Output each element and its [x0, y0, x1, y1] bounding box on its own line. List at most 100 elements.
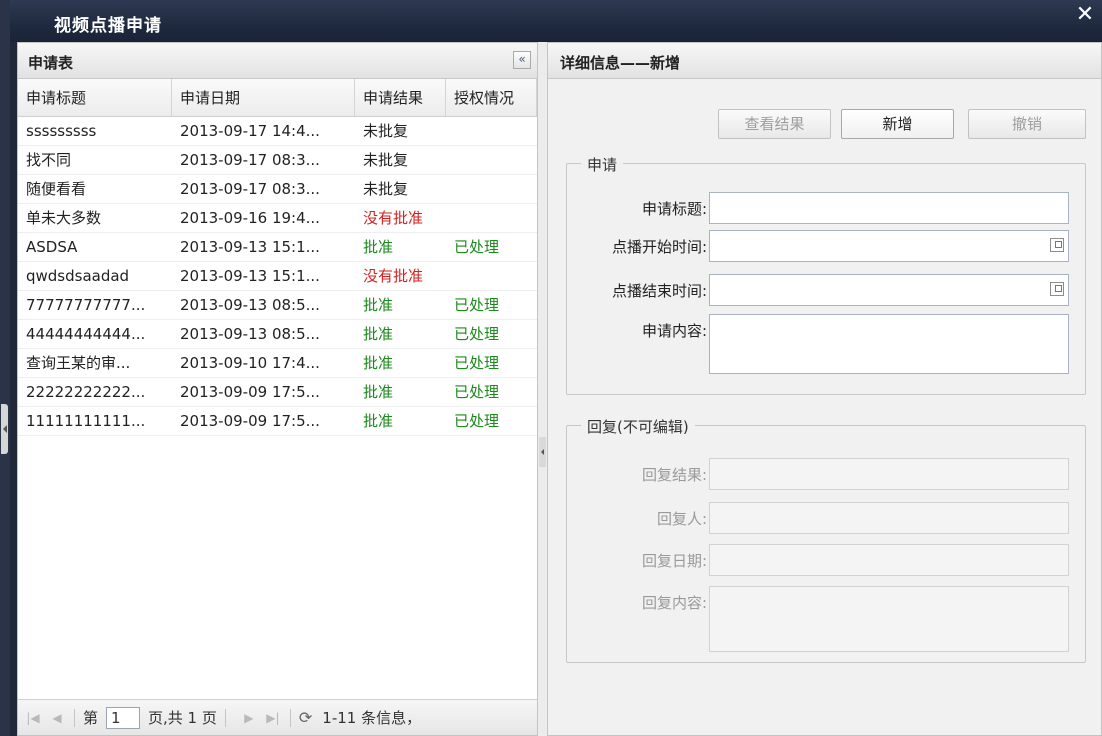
- apply-content-label: 申请内容:: [641, 322, 707, 340]
- cell-date: 2013-09-09 17:5...: [180, 383, 320, 401]
- cell-auth: 已处理: [454, 412, 500, 430]
- table-row[interactable]: 查询王某的审... 2013-09-10 17:4... 批准 已处理: [18, 349, 537, 378]
- apply-fieldset: 申请 申请标题: 点播开始时间: 点播结束时间: 申请内容:: [566, 154, 1086, 395]
- first-page-icon[interactable]: |◀: [24, 711, 42, 725]
- cell-auth: 已处理: [454, 296, 500, 314]
- view-result-button[interactable]: 查看结果: [718, 109, 831, 139]
- left-expand-handle[interactable]: [1, 404, 8, 454]
- add-button[interactable]: 新增: [841, 109, 954, 139]
- cell-date: 2013-09-16 19:4...: [180, 209, 320, 227]
- cell-date: 2013-09-17 14:4...: [180, 122, 320, 140]
- application-list-panel: 申请表 « 申请标题 申请日期 申请结果 授权情况 sssssssss 2013-…: [17, 42, 538, 736]
- cell-auth: 已处理: [454, 325, 500, 343]
- table-row[interactable]: 随便看看 2013-09-17 08:3... 未批复: [18, 175, 537, 204]
- collapse-icon[interactable]: «: [513, 51, 531, 69]
- cell-result: 没有批准: [363, 209, 424, 227]
- apply-content-textarea[interactable]: [709, 314, 1069, 374]
- dialog-window: 视频点播申请 ✕ 申请表 « 申请标题 申请日期 申请结果 授权情况 sssss…: [0, 0, 1102, 736]
- list-panel-title: 申请表: [28, 54, 74, 72]
- detail-panel: 详细信息——新增 查看结果 新增 撤销 申请 申请标题: 点播开始时间: 点播结…: [547, 42, 1102, 736]
- cell-date: 2013-09-17 08:3...: [180, 151, 320, 169]
- table-row[interactable]: 11111111111... 2013-09-09 17:5... 批准 已处理: [18, 407, 537, 436]
- column-header-result[interactable]: 申请结果: [355, 79, 446, 116]
- pager-divider: [289, 708, 291, 727]
- cell-date: 2013-09-09 17:5...: [180, 412, 320, 430]
- reply-result-label: 回复结果:: [641, 466, 707, 484]
- window-title: 视频点播申请: [54, 16, 162, 36]
- column-header-title[interactable]: 申请标题: [18, 79, 172, 116]
- cell-title: 22222222222...: [26, 383, 146, 401]
- cell-result: 批准: [363, 296, 394, 314]
- cell-date: 2013-09-17 08:3...: [180, 180, 320, 198]
- cell-auth: [446, 146, 537, 174]
- grid-header: 申请标题 申请日期 申请结果 授权情况: [18, 79, 537, 117]
- cell-title: 77777777777...: [26, 296, 146, 314]
- cell-auth: [446, 117, 537, 145]
- cell-result: 批准: [363, 238, 394, 256]
- cell-result: 批准: [363, 325, 394, 343]
- panel-splitter[interactable]: [538, 42, 547, 736]
- cell-title: 44444444444...: [26, 325, 146, 343]
- list-panel-header: 申请表 «: [18, 43, 537, 79]
- next-page-icon[interactable]: ▶: [240, 711, 258, 725]
- detail-panel-title: 详细信息——新增: [560, 54, 681, 72]
- reply-legend: 回复(不可编辑): [581, 416, 695, 437]
- chevron-left-icon: [541, 449, 544, 455]
- cell-auth: [446, 262, 537, 290]
- cell-date: 2013-09-13 15:1...: [180, 267, 320, 285]
- last-page-icon[interactable]: ▶|: [264, 711, 282, 725]
- chevron-left-icon: [2, 425, 7, 433]
- cell-title: sssssssss: [26, 122, 97, 140]
- start-time-input[interactable]: [709, 230, 1069, 262]
- page-prefix: 第: [83, 709, 99, 727]
- close-icon[interactable]: ✕: [1074, 4, 1096, 26]
- cell-result: 没有批准: [363, 267, 424, 285]
- pager-divider: [74, 708, 75, 727]
- apply-legend: 申请: [581, 154, 624, 175]
- table-row[interactable]: qwdsdsaadad 2013-09-13 15:1... 没有批准: [18, 262, 537, 291]
- cell-title: qwdsdsaadad: [26, 267, 130, 285]
- apply-title-input[interactable]: [709, 192, 1069, 224]
- table-row[interactable]: 44444444444... 2013-09-13 08:5... 批准 已处理: [18, 320, 537, 349]
- column-header-date[interactable]: 申请日期: [172, 79, 355, 116]
- table-row[interactable]: 77777777777... 2013-09-13 08:5... 批准 已处理: [18, 291, 537, 320]
- splitter-collapse-handle[interactable]: [539, 437, 546, 467]
- column-header-auth[interactable]: 授权情况: [446, 79, 537, 116]
- reply-fieldset: 回复(不可编辑) 回复结果: 回复人: 回复日期: 回复内容:: [566, 416, 1086, 663]
- detail-panel-header: 详细信息——新增: [548, 43, 1101, 79]
- end-time-input[interactable]: [709, 274, 1069, 306]
- cell-title: 11111111111...: [26, 412, 146, 430]
- reply-result-field: [709, 458, 1069, 490]
- page-number-input[interactable]: 1: [106, 706, 141, 729]
- pager-info: 1-11 条信息，: [322, 709, 422, 727]
- cell-auth: 已处理: [454, 383, 500, 401]
- cell-auth: [446, 204, 537, 232]
- table-row[interactable]: sssssssss 2013-09-17 14:4... 未批复: [18, 117, 537, 146]
- cell-result: 未批复: [363, 122, 409, 140]
- reply-content-field: [709, 586, 1069, 652]
- calendar-icon[interactable]: [1050, 238, 1064, 252]
- reply-date-field: [709, 544, 1069, 576]
- refresh-icon[interactable]: ⟳: [299, 708, 312, 727]
- reply-date-label: 回复日期:: [641, 552, 707, 570]
- prev-page-icon[interactable]: ◀: [48, 711, 66, 725]
- cell-result: 批准: [363, 383, 394, 401]
- cell-title: ASDSA: [26, 238, 78, 256]
- calendar-icon[interactable]: [1050, 282, 1064, 296]
- left-edge: [0, 0, 10, 736]
- apply-title-label: 申请标题:: [641, 200, 707, 218]
- cell-title: 找不同: [26, 151, 72, 169]
- pager-divider: [224, 708, 226, 727]
- pager: |◀ ◀ 第 1 页,共 1 页 ▶ ▶| ⟳ 1-11 条信息，: [18, 699, 537, 735]
- table-row[interactable]: ASDSA 2013-09-13 15:1... 批准 已处理: [18, 233, 537, 262]
- cell-title: 查询王某的审...: [26, 354, 131, 372]
- cell-auth: 已处理: [454, 238, 500, 256]
- cell-auth: 已处理: [454, 354, 500, 372]
- cell-date: 2013-09-13 08:5...: [180, 296, 320, 314]
- table-row[interactable]: 找不同 2013-09-17 08:3... 未批复: [18, 146, 537, 175]
- start-time-label: 点播开始时间:: [611, 238, 707, 256]
- table-row[interactable]: 单未大多数 2013-09-16 19:4... 没有批准: [18, 204, 537, 233]
- table-row[interactable]: 22222222222... 2013-09-09 17:5... 批准 已处理: [18, 378, 537, 407]
- cancel-button[interactable]: 撤销: [968, 109, 1086, 139]
- cell-title: 随便看看: [26, 180, 87, 198]
